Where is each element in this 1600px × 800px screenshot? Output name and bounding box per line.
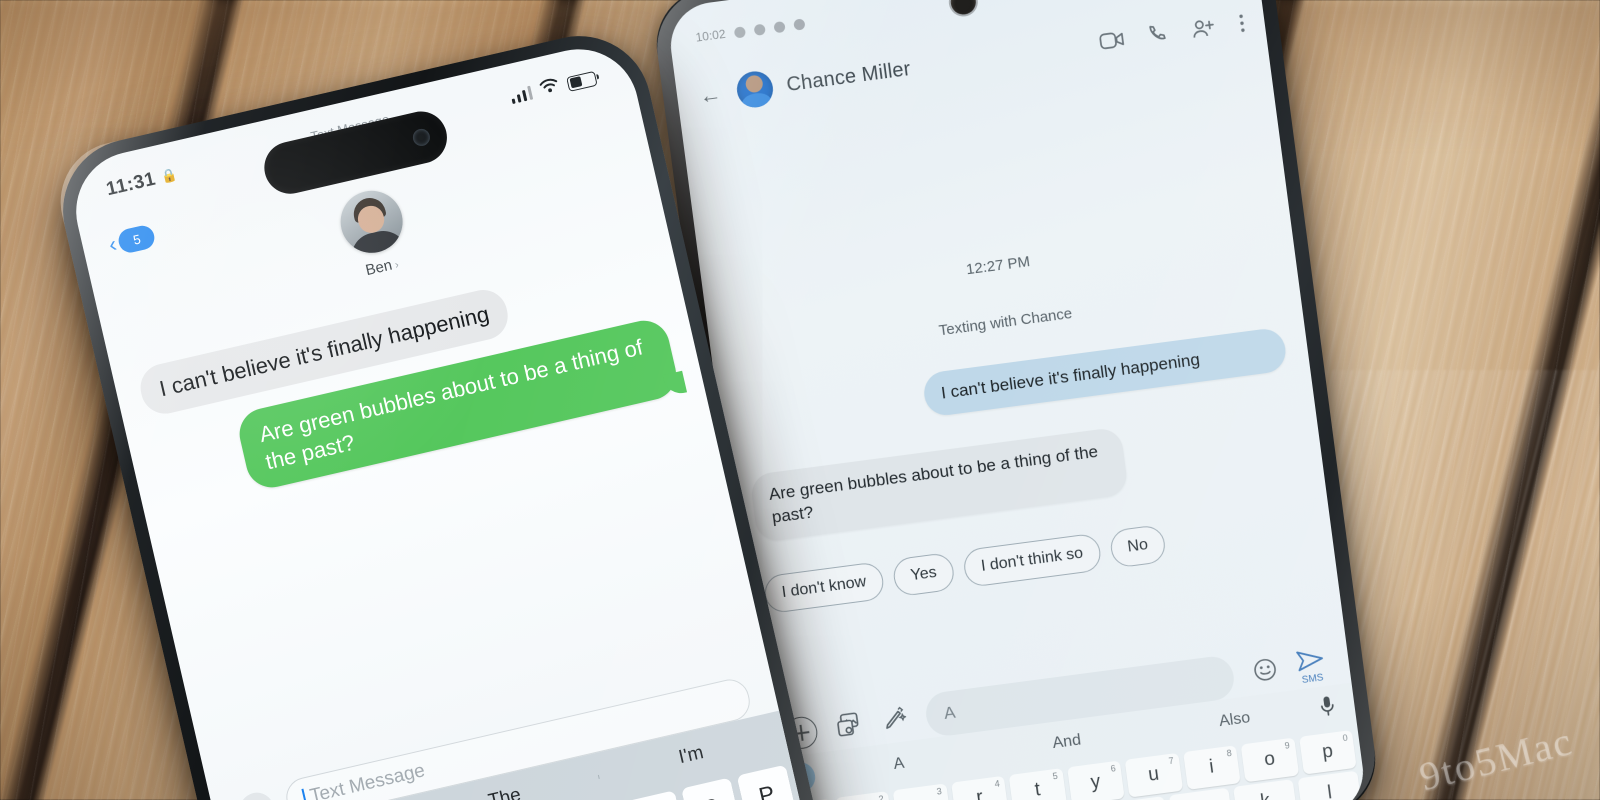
keyboard-key[interactable]: 4r: [950, 775, 1009, 800]
keyboard-suggestion[interactable]: A: [814, 744, 984, 784]
android-input-placeholder: A: [942, 702, 957, 723]
text-caret: [301, 788, 308, 800]
phone-call-icon[interactable]: [1146, 22, 1170, 51]
smart-reply-chip[interactable]: I don't know: [762, 561, 886, 615]
battery-icon: [565, 70, 598, 92]
keyboard-key[interactable]: 6y: [1066, 760, 1125, 800]
conversation-title: Chance Miller: [785, 57, 912, 96]
avatar[interactable]: [734, 69, 776, 110]
emoji-icon[interactable]: [1252, 656, 1280, 688]
avatar[interactable]: [334, 184, 409, 259]
keyboard-key[interactable]: O: [681, 777, 742, 800]
chevron-right-icon: ›: [393, 258, 401, 272]
smart-reply-chip[interactable]: Yes: [891, 551, 956, 598]
add-attachment-icon[interactable]: +: [236, 789, 278, 800]
keyboard-key[interactable]: 7u: [1124, 752, 1183, 798]
overflow-menu-icon[interactable]: [1238, 13, 1246, 38]
keyboard-key[interactable]: P: [736, 764, 797, 800]
smart-reply-chip[interactable]: No: [1108, 523, 1168, 569]
video-call-icon[interactable]: [1098, 29, 1125, 55]
keyboard-suggestion[interactable]: Also: [1150, 700, 1320, 740]
status-app-icon: [793, 17, 806, 31]
lock-icon: 🔒: [159, 166, 179, 185]
keyboard-key[interactable]: 9o: [1240, 737, 1299, 783]
status-app-icon: [773, 20, 786, 33]
photo-scene: 10:02 △ ▴ ■ ←: [0, 0, 1600, 800]
message-bubble-incoming: Are green bubbles about to be a thing of…: [749, 426, 1129, 543]
keyboard-key[interactable]: l: [1297, 770, 1362, 800]
keyboard-suggestion[interactable]: And: [982, 722, 1152, 762]
smart-reply-chip[interactable]: I don't think so: [961, 532, 1103, 588]
cellular-bars-icon: [509, 85, 534, 105]
microphone-icon[interactable]: [1317, 693, 1338, 722]
status-app-icon: [733, 25, 747, 39]
back-arrow-icon[interactable]: ←: [696, 81, 725, 110]
status-app-icon: [753, 23, 766, 36]
send-button[interactable]: SMS: [1295, 646, 1328, 686]
add-person-icon[interactable]: [1191, 16, 1218, 44]
keyboard-key[interactable]: 0p: [1298, 729, 1357, 775]
keyboard-key[interactable]: 5t: [1008, 768, 1067, 800]
pen-icon[interactable]: [881, 705, 909, 737]
wifi-icon: [538, 76, 561, 100]
contact-name-label: Ben: [363, 256, 394, 280]
send-button-label: SMS: [1301, 671, 1325, 686]
keyboard-key[interactable]: 8i: [1182, 745, 1241, 790]
android-status-time: 10:02: [694, 26, 727, 45]
gallery-icon[interactable]: [835, 710, 865, 742]
message-bubble-outgoing: I can't believe it's finally happening: [921, 326, 1289, 418]
